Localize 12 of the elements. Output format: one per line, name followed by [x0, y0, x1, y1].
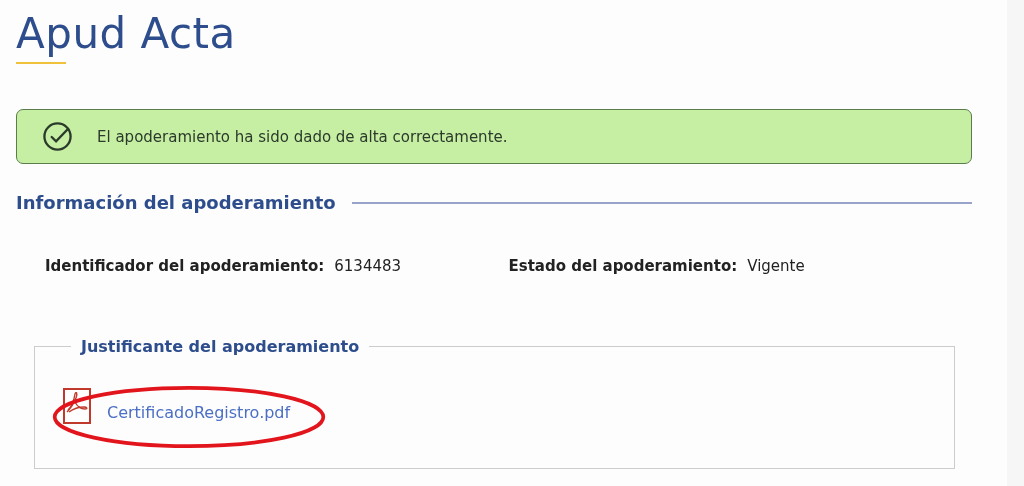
title-underline — [16, 62, 66, 64]
field-value: 6134483 — [334, 257, 402, 275]
panel-legend: Justificante del apoderamiento — [71, 337, 370, 356]
field-label: Estado del apoderamiento: — [508, 257, 738, 275]
page-title: Apud Acta — [16, 8, 237, 60]
field-label: Identificador del apoderamiento: — [45, 257, 325, 275]
check-circle-icon — [42, 121, 73, 152]
file-link[interactable]: CertificadoRegistro.pdf — [107, 403, 291, 422]
pdf-icon[interactable] — [63, 388, 91, 424]
alert-message: El apoderamiento ha sido dado de alta correctamente. — [97, 127, 508, 146]
field-value: Vigente — [747, 257, 805, 275]
section-title: Información del apoderamiento — [16, 192, 336, 213]
